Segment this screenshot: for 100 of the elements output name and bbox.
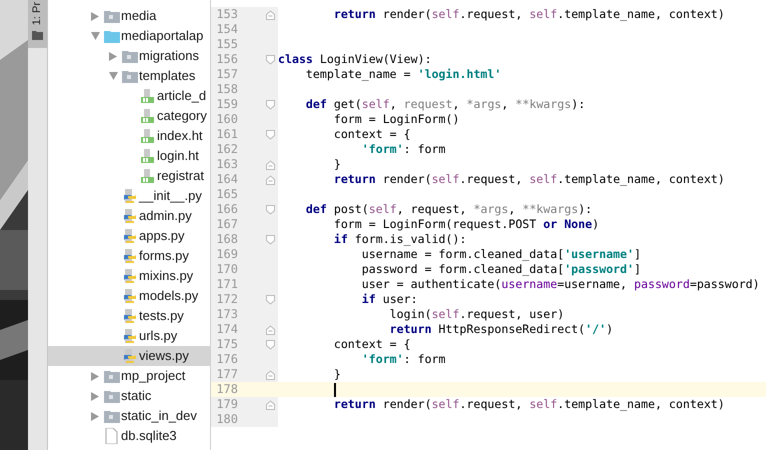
- folder-icon: [122, 50, 138, 62]
- fold-marker-icon: [266, 160, 275, 170]
- python-file-icon: [122, 189, 137, 203]
- fold-marker-icon: [266, 370, 275, 380]
- line-number: 171: [215, 277, 238, 292]
- folder-icon: [104, 10, 120, 22]
- fold-marker-icon: [266, 324, 275, 334]
- folder-icon: [122, 70, 138, 82]
- html-file-icon: [140, 89, 155, 103]
- tree-item[interactable]: tests.py: [48, 306, 210, 326]
- code-line: login(self.request, user): [388, 307, 564, 322]
- line-number: 164: [215, 172, 238, 187]
- expand-arrow-icon: [91, 372, 99, 380]
- html-file-icon: [140, 149, 155, 163]
- tree-item[interactable]: forms.py: [48, 246, 210, 266]
- code-line: context = {: [332, 337, 411, 352]
- line-number: 169: [215, 247, 238, 262]
- line-number: 155: [215, 37, 238, 52]
- tree-item[interactable]: static_in_dev: [48, 406, 210, 426]
- code-line: return render(self.request, self.template_name, context): [332, 397, 725, 412]
- html-file-icon: [140, 109, 155, 123]
- line-number: 170: [215, 262, 238, 277]
- line-number: 166: [215, 202, 238, 217]
- tree-item[interactable]: models.py: [48, 286, 210, 306]
- tree-item[interactable]: login.ht: [48, 146, 210, 166]
- python-file-icon: [122, 329, 137, 343]
- code-line: class LoginView(View):: [278, 52, 432, 67]
- line-number: 163: [215, 157, 238, 172]
- code-line: form = LoginForm(request.POST or None): [332, 217, 600, 232]
- code-line: return render(self.request, self.template_name, context): [332, 7, 725, 22]
- tree-item[interactable]: db.sqlite3: [48, 426, 210, 446]
- line-number: 176: [215, 352, 238, 367]
- line-number: 167: [215, 217, 238, 232]
- tree-item[interactable]: registrat: [48, 166, 210, 186]
- collapse-arrow-icon: [108, 72, 118, 80]
- code-line: if form.is_valid():: [332, 232, 466, 247]
- python-file-icon: [122, 229, 137, 243]
- tree-item[interactable]: index.ht: [48, 126, 210, 146]
- fold-marker-icon: [266, 340, 275, 350]
- line-number: 177: [215, 367, 238, 382]
- folder-icon: [104, 390, 120, 402]
- tree-item[interactable]: urls.py: [48, 326, 210, 346]
- code-line: if user:: [360, 292, 418, 307]
- line-number: 168: [215, 232, 238, 247]
- python-file-icon: [122, 269, 137, 283]
- line-number: 178: [215, 382, 238, 397]
- tree-item[interactable]: __init__.py: [48, 186, 210, 206]
- python-file-icon: [122, 309, 137, 323]
- python-file-icon: [122, 349, 137, 363]
- tree-item[interactable]: mediaportalap: [48, 26, 210, 46]
- code-line: return render(self.request, self.template_name, context): [332, 172, 725, 187]
- line-number: 175: [215, 337, 238, 352]
- tree-item[interactable]: static: [48, 386, 210, 406]
- file-icon: [104, 428, 119, 444]
- tree-item[interactable]: apps.py: [48, 226, 210, 246]
- tree-item[interactable]: article_d: [48, 86, 210, 106]
- line-number: 179: [215, 397, 238, 412]
- tree-item[interactable]: admin.py: [48, 206, 210, 226]
- expand-arrow-icon: [109, 52, 117, 60]
- code-line: form = LoginForm(): [332, 112, 460, 127]
- line-number: 165: [215, 187, 238, 202]
- fold-marker-icon: [266, 294, 275, 304]
- line-number: 172: [215, 292, 238, 307]
- expand-arrow-icon: [91, 12, 99, 20]
- line-number: 162: [215, 142, 238, 157]
- tree-item[interactable]: mixins.py: [48, 266, 210, 286]
- code-line: return HttpResponseRedirect('/'): [388, 322, 614, 337]
- fold-marker-icon: [266, 174, 275, 184]
- tree-item[interactable]: views.py: [48, 346, 210, 366]
- code-line: password = form.cleaned_data['password']: [360, 262, 641, 277]
- fold-marker-icon: [266, 10, 275, 20]
- code-line: 'form': form: [360, 142, 446, 157]
- folder-icon: [104, 410, 120, 422]
- tree-item[interactable]: templates: [48, 66, 210, 86]
- code-line: template_name = 'login.html': [304, 67, 502, 82]
- python-file-icon: [122, 249, 137, 263]
- python-file-icon: [122, 209, 137, 223]
- folder-icon: [32, 31, 43, 40]
- fold-marker-icon: [266, 54, 275, 64]
- fold-marker-icon: [266, 400, 275, 410]
- code-line: context = {: [332, 127, 411, 142]
- tree-item[interactable]: mp_project: [48, 366, 210, 386]
- code-line: username = form.cleaned_data['username']: [360, 247, 641, 262]
- code-line: }: [332, 367, 341, 382]
- collapse-arrow-icon: [90, 32, 100, 40]
- project-tab[interactable]: 1: Pr: [28, 0, 47, 48]
- line-number: 160: [215, 112, 238, 127]
- python-file-icon: [122, 289, 137, 303]
- expand-arrow-icon: [91, 392, 99, 400]
- tree-item[interactable]: category: [48, 106, 210, 126]
- line-number: 157: [215, 67, 238, 82]
- line-number: 156: [215, 52, 238, 67]
- tree-item[interactable]: media: [48, 6, 210, 26]
- expand-arrow-icon: [91, 412, 99, 420]
- line-number: 153: [215, 7, 238, 22]
- tree-item[interactable]: migrations: [48, 46, 210, 66]
- fold-marker-icon: [266, 204, 275, 214]
- html-file-icon: [140, 169, 155, 183]
- line-number: 173: [215, 307, 238, 322]
- line-number: 159: [215, 97, 238, 112]
